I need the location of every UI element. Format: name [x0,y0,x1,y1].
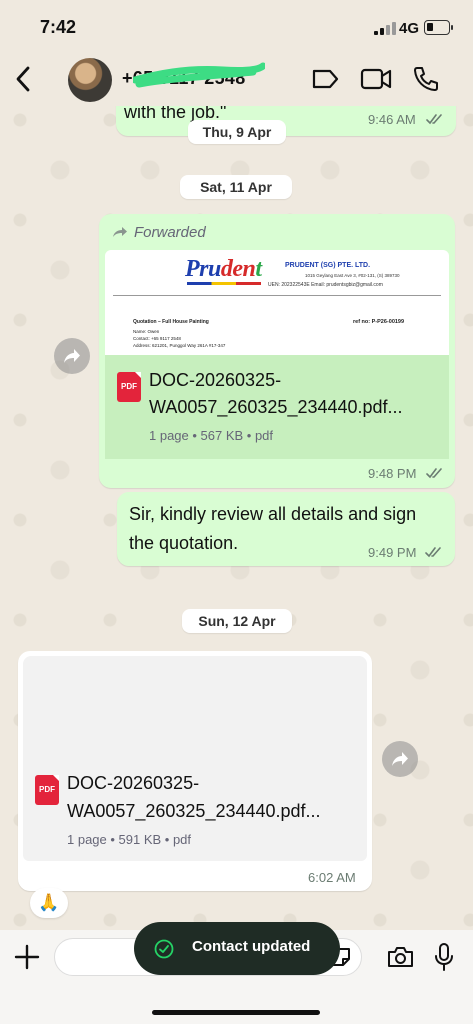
date-separator: Thu, 9 Apr [188,120,286,144]
status-bar: 7:42 4G [0,0,473,56]
battery-icon [424,20,453,35]
doc-company-uen: UEN: 202322543E Email: prudentsgbiz@gmai… [268,282,383,288]
message-time: 9:48 PM [368,466,417,481]
doc-customer-address: Address: 621201, Punggol Way 261A #17-34… [133,343,226,348]
message-time: 9:46 AM [368,112,416,127]
forward-arrow-icon [392,752,408,766]
network-type: 4G [399,20,420,37]
read-receipt-icon [425,547,441,558]
microphone-icon[interactable] [433,942,455,972]
pdf-icon: PDF [35,775,59,805]
doc-divider [113,295,441,296]
file-meta: 1 page • 591 KB • pdf [67,832,192,847]
message-bubble-incoming[interactable]: PDF DOC-20260325- WA0057_260325_234440.p… [18,651,372,891]
reaction-badge[interactable]: 🙏 [30,888,68,918]
pdf-icon: PDF [117,372,141,402]
document-preview[interactable]: Prudent PRUDENT (SG) PTE. LTD. 1015 Geyl… [105,250,449,355]
document-file-row[interactable]: PDF DOC-20260325- WA0057_260325_234440.p… [23,751,367,861]
document-file-row[interactable]: PDF DOC-20260325- WA0057_260325_234440.p… [105,355,449,459]
doc-ref-no: ref no: P-P26-00199 [353,319,405,325]
forward-icon [113,227,127,237]
camera-icon[interactable] [387,945,414,969]
file-name-line1: DOC-20260325- [67,773,200,793]
plus-icon[interactable] [14,944,40,970]
forward-arrow-icon [64,349,80,363]
forward-button[interactable] [54,338,90,374]
back-icon[interactable] [12,64,36,94]
video-call-icon[interactable] [359,64,393,94]
doc-quotation-title: Quotation – Full House Painting [133,319,209,325]
date-separator: Sun, 12 Apr [182,609,292,633]
read-receipt-icon [426,114,442,125]
file-name-line2: WA0057_260325_234440.pdf... [67,801,321,821]
logo-underline [187,282,261,285]
message-time: 9:49 PM [368,545,417,560]
phone-call-icon[interactable] [411,64,439,94]
doc-customer-name: Name: Owen [133,329,160,334]
file-name-line1: DOC-20260325- [149,370,282,390]
doc-customer-contact: Contact: +65 9117 2548 [133,336,181,341]
file-name-line2: WA0057_260325_234440.pdf... [149,397,403,417]
read-receipt-icon [426,468,442,479]
check-circle-icon [154,939,174,959]
message-time: 6:02 AM [308,870,356,885]
signal-icon [374,22,396,35]
status-time: 7:42 [40,17,77,37]
message-text-line1: Sir, kindly review all details and sign [129,504,417,524]
company-logo: Prudent [185,256,262,282]
home-indicator [152,1010,320,1015]
toast-text: Contact updated [192,938,311,955]
forward-button[interactable] [382,741,418,777]
chat-header: +65 9117 2548 [0,56,473,106]
video-note-icon[interactable] [310,64,340,94]
file-meta: 1 page • 567 KB • pdf [149,428,274,443]
message-text-line2: the quotation. [129,533,239,553]
toast-notification: Contact updated [134,922,340,975]
forwarded-label: Forwarded [112,224,206,241]
date-separator: Sat, 11 Apr [180,175,292,199]
redaction-scribble [133,62,265,88]
doc-company-name: PRUDENT (SG) PTE. LTD. [285,262,371,269]
doc-company-address: 1015 Geylang East Ave 3, #02-131, (S) 38… [305,273,400,278]
avatar[interactable] [68,58,112,102]
message-bubble-outgoing[interactable]: Sir, kindly review all details and sign … [117,492,455,566]
document-preview-blank[interactable] [23,656,367,751]
